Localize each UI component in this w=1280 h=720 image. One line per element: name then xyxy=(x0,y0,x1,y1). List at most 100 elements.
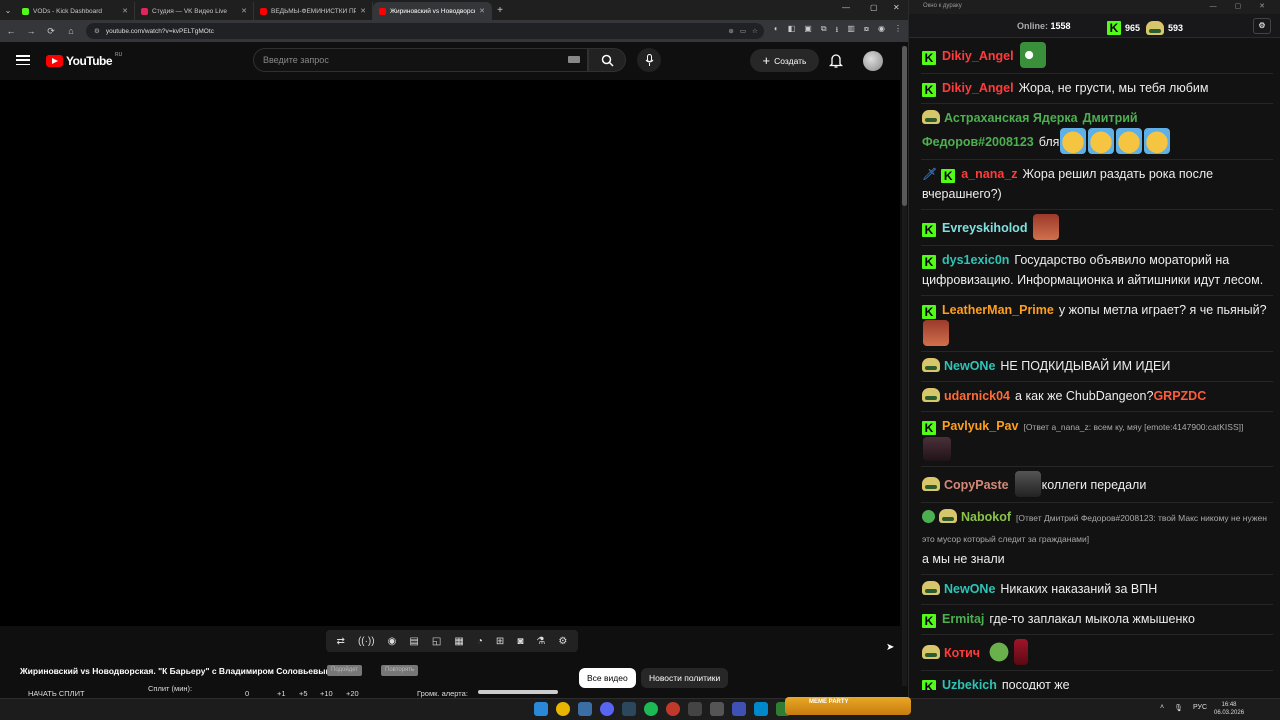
settings-gear-icon[interactable]: ⚙ xyxy=(558,636,567,647)
close-tab-icon[interactable]: ✕ xyxy=(241,7,247,15)
notifications-bell-icon[interactable] xyxy=(829,53,843,68)
pip-icon[interactable]: ◱ xyxy=(432,636,441,647)
add-icon[interactable]: ⊞ xyxy=(496,636,504,647)
bookmark-star-icon[interactable]: ☆ xyxy=(752,27,764,35)
chat-window-controls[interactable]: — ▢ ✕ xyxy=(1210,2,1273,10)
chrome-icon[interactable] xyxy=(556,702,570,716)
search-input[interactable]: Введите запрос xyxy=(253,48,588,72)
back-button[interactable]: ← xyxy=(6,26,16,36)
audio-icon[interactable]: ((·)) xyxy=(358,636,375,647)
chat-settings-button[interactable]: ⚙ xyxy=(1253,18,1271,34)
language-indicator[interactable]: РУС xyxy=(1193,704,1207,712)
scroll-thumb[interactable] xyxy=(902,46,907,206)
extension-icon[interactable]: ◧ xyxy=(788,24,796,38)
page-scrollbar[interactable] xyxy=(902,46,907,686)
chat-username[interactable]: CopyPaste xyxy=(944,478,1009,492)
minimize-button[interactable]: — xyxy=(842,3,850,12)
sidebar-icon[interactable]: ▥ xyxy=(847,24,855,38)
spotify-icon[interactable] xyxy=(644,702,658,716)
tab-search-icon[interactable]: ⌄ xyxy=(0,2,16,20)
app-icon[interactable] xyxy=(732,702,746,716)
url-field[interactable]: ⚙ youtube.com/watch?v=kvPELTgMOtc ⊕ ▭ ☆ xyxy=(86,23,764,39)
chat-username[interactable]: Nabokof xyxy=(961,510,1011,524)
steam-icon[interactable] xyxy=(622,702,636,716)
telegram-icon[interactable] xyxy=(754,702,768,716)
app-icon[interactable] xyxy=(578,702,592,716)
tabs: VODs - Kick Dashboard ✕ Студия — VK Видео … xyxy=(16,2,492,20)
download-icon[interactable]: ⭳ xyxy=(836,24,839,38)
browser-tab[interactable]: ВЕДЬМЫ-ФЕМИНИСТКИ ПРОТ ✕ xyxy=(254,2,373,20)
app-icon[interactable] xyxy=(666,702,680,716)
loop-icon[interactable]: ⇄ xyxy=(337,636,345,647)
start-icon[interactable] xyxy=(534,702,548,716)
split-value[interactable]: +1 xyxy=(277,689,286,698)
browser-tab[interactable]: Жириновский vs Новодворская ✕ xyxy=(373,2,492,20)
avatar[interactable] xyxy=(863,51,883,71)
chat-username[interactable]: Ermitaj xyxy=(942,612,984,626)
maximize-button[interactable]: ▢ xyxy=(870,3,878,12)
zoom-icon[interactable]: ⊕ xyxy=(728,27,733,35)
clock[interactable]: 16:48 06.03.2026 xyxy=(1214,701,1244,717)
chat-username[interactable]: Uzbekich xyxy=(942,678,997,690)
voice-search-button[interactable] xyxy=(637,48,661,72)
profile-icon[interactable]: ◉ xyxy=(878,24,885,38)
close-window-button[interactable]: ✕ xyxy=(893,3,900,12)
new-tab-button[interactable]: + xyxy=(492,2,508,20)
chat-username[interactable]: a_nana_z xyxy=(961,167,1017,181)
camera-icon[interactable]: ◙ xyxy=(517,636,523,647)
create-button[interactable]: + Создать xyxy=(750,49,819,72)
chat-username[interactable]: Evreyskiholod xyxy=(942,221,1027,235)
extension-icon[interactable]: ◐ xyxy=(774,24,779,38)
youtube-logo[interactable]: YouTube RU xyxy=(46,52,122,68)
chevron-up-icon[interactable]: ˄ xyxy=(1160,704,1164,712)
chat-username[interactable]: LeatherMan_Prime xyxy=(942,303,1054,317)
obs-icon[interactable] xyxy=(688,702,702,716)
home-button[interactable]: ⌂ xyxy=(66,26,76,36)
chip-all-videos[interactable]: Все видео xyxy=(579,668,636,688)
close-tab-icon[interactable]: ✕ xyxy=(122,7,128,15)
close-tab-icon[interactable]: ✕ xyxy=(360,7,366,15)
tag-button[interactable]: Подойдет xyxy=(327,665,363,676)
chat-username[interactable]: Pavlyuk_Pav xyxy=(942,419,1018,433)
chat-username[interactable]: NewONe xyxy=(944,582,995,596)
reload-button[interactable]: ⟳ xyxy=(46,26,56,37)
tag-button[interactable]: Повторять xyxy=(381,665,419,676)
microphone-icon[interactable]: 🎙 xyxy=(1174,704,1183,712)
chat-username[interactable]: Dikiy_Angel xyxy=(942,81,1014,95)
alert-volume-slider[interactable] xyxy=(478,690,558,694)
cast-icon[interactable]: ⧇ xyxy=(864,24,869,38)
chat-username[interactable]: NewONe xyxy=(944,359,995,373)
speed-icon[interactable]: ◔ xyxy=(477,636,483,647)
chat-username[interactable]: Астраханская Ядерка xyxy=(944,111,1078,125)
split-value[interactable]: 0 xyxy=(245,689,249,698)
discord-icon[interactable] xyxy=(600,702,614,716)
keyboard-icon[interactable] xyxy=(568,56,580,63)
screenshot-icon[interactable]: ◉ xyxy=(388,636,397,647)
split-value[interactable]: +10 xyxy=(320,689,333,698)
split-value[interactable]: +5 xyxy=(299,689,308,698)
install-icon[interactable]: ▭ xyxy=(740,27,746,35)
chip-politics-news[interactable]: Новости политики xyxy=(641,668,729,688)
menu-dots-icon[interactable]: ⋮ xyxy=(894,24,902,38)
extension-icon[interactable]: ▣ xyxy=(804,24,812,38)
chat-username[interactable]: dys1exic0n xyxy=(942,253,1009,267)
split-value[interactable]: +20 xyxy=(346,689,359,698)
meme-party-widget[interactable]: MEME PARTY xyxy=(785,697,911,715)
close-tab-icon[interactable]: ✕ xyxy=(479,7,485,15)
chat-username[interactable]: Котич xyxy=(944,646,980,660)
video-player[interactable] xyxy=(0,80,900,626)
puzzle-icon[interactable]: ⧉ xyxy=(821,24,827,38)
browser-tab[interactable]: Студия — VK Видео Live ✕ xyxy=(135,2,254,20)
forward-button[interactable]: → xyxy=(26,26,36,36)
browser-tab[interactable]: VODs - Kick Dashboard ✕ xyxy=(16,2,135,20)
hamburger-menu-icon[interactable] xyxy=(16,55,30,65)
start-split-button[interactable]: НАЧАТЬ СПЛИТ xyxy=(28,689,85,698)
flask-icon[interactable]: ⚗ xyxy=(536,636,545,647)
search-button[interactable] xyxy=(588,48,626,72)
app-icon[interactable] xyxy=(710,702,724,716)
chat-username[interactable]: udarnick04 xyxy=(944,389,1010,403)
site-info-icon[interactable]: ⚙ xyxy=(94,27,100,35)
theater-icon[interactable]: ▦ xyxy=(454,636,463,647)
chat-username[interactable]: Dikiy_Angel xyxy=(942,49,1014,63)
clip-icon[interactable]: ▤ xyxy=(409,636,418,647)
